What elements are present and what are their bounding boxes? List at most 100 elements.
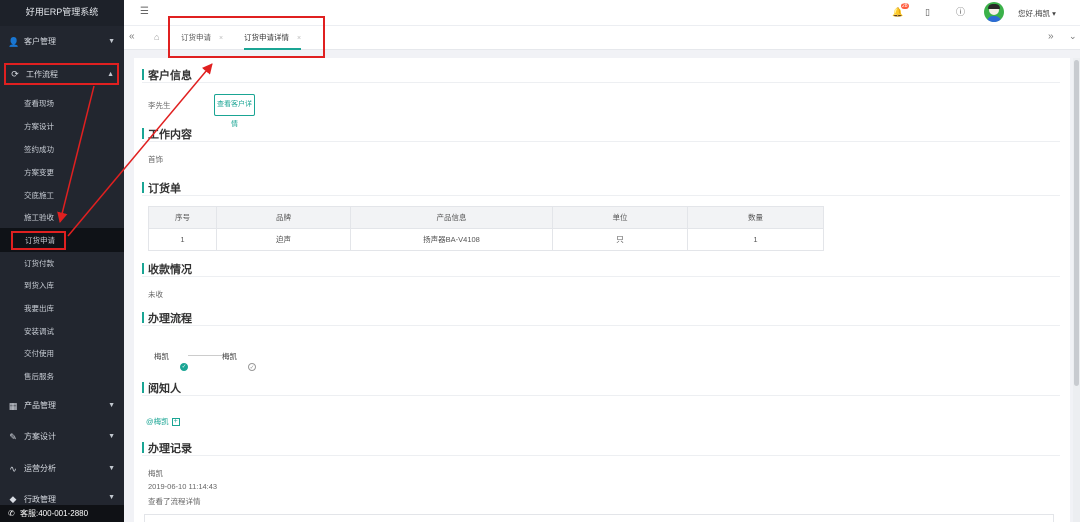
section-accent-bar: [142, 128, 144, 139]
caret-down-icon: ▼: [108, 433, 115, 440]
workflow-icon: ⟳: [11, 69, 19, 79]
tab-highlight-box: [168, 16, 325, 58]
phone-icon: ✆: [8, 509, 15, 518]
hotline-text: 客服:400-001-2880: [20, 509, 89, 518]
section-accent-bar: [142, 312, 144, 323]
record-time: 2019-06-10 11:14:43: [148, 482, 218, 491]
tabs-scroll-left-icon[interactable]: «: [129, 31, 135, 42]
home-icon[interactable]: ⌂: [154, 32, 164, 42]
table-cell: 扬声器BA-V4108: [350, 228, 553, 251]
sidebar-item-scheme-change[interactable]: 方案变更: [0, 162, 124, 184]
table-cell: 1: [148, 228, 217, 251]
section-customer: 客户信息: [142, 67, 1060, 83]
section-title: 工作内容: [148, 129, 192, 141]
scrollbar-thumb[interactable]: [1074, 60, 1079, 386]
detail-panel: 客户信息 李先生 查看客户详情 工作内容 首饰 订货单 序号 品牌 产品信息 单…: [134, 58, 1070, 522]
sidebar-item-outbound[interactable]: 我要出库: [0, 298, 124, 320]
sidebar-item-order-payment[interactable]: 订货付款: [0, 253, 124, 275]
table-header-row: 序号 品牌 产品信息 单位 数量: [148, 206, 824, 229]
service-hotline: ✆ 客服:400-001-2880: [0, 505, 124, 522]
tabs-menu-chevron-icon[interactable]: ⌄: [1069, 31, 1077, 42]
mobile-icon[interactable]: ▯: [925, 7, 930, 18]
record-action: 查看了流程详情: [148, 497, 201, 506]
column-header: 序号: [148, 206, 217, 229]
sidebar-group-analytics[interactable]: ∿ 运营分析 ▼: [0, 453, 124, 484]
notify-person[interactable]: @梅凯 +: [146, 416, 180, 427]
section-accent-bar: [142, 69, 144, 80]
chart-icon: ∿: [9, 463, 17, 474]
avatar-body: [987, 16, 1001, 22]
section-title: 办理流程: [148, 313, 192, 325]
table-row: 1 迫声 扬声器BA-V4108 只 1: [148, 228, 824, 251]
sidebar-group-label: 工作流程: [26, 69, 58, 79]
column-header: 数量: [687, 206, 824, 229]
section-accent-bar: [142, 263, 144, 274]
work-content-text: 首饰: [148, 155, 163, 164]
caret-down-icon: ▼: [108, 402, 115, 409]
sidebar-item-goods-arrival[interactable]: 到货入库: [0, 275, 124, 297]
edit-icon: ✎: [9, 431, 17, 442]
column-header: 单位: [552, 206, 688, 229]
section-order: 订货单: [142, 180, 1060, 196]
sidebar-item-order-request[interactable]: 订货申请: [11, 231, 66, 250]
section-payment: 收款情况: [142, 261, 1060, 277]
customer-name: 李先生: [148, 101, 171, 110]
section-accent-bar: [142, 182, 144, 193]
sidebar-group-label: 产品管理: [24, 401, 56, 410]
payment-status: 未收: [148, 290, 163, 299]
sidebar-group-label: 方案设计: [24, 432, 56, 441]
section-title: 客户信息: [148, 70, 192, 82]
sidebar-item-after-sales[interactable]: 售后服务: [0, 366, 124, 388]
caret-down-icon: ▼: [108, 465, 115, 472]
section-title: 收款情况: [148, 264, 192, 276]
record-user: 梅凯: [148, 469, 163, 478]
sidebar-item-construction[interactable]: 交底施工: [0, 185, 124, 207]
grid-icon: ▦: [8, 400, 18, 411]
avatar-hair: [988, 4, 1000, 9]
order-table: 序号 品牌 产品信息 单位 数量 1 迫声 扬声器BA-V4108 只 1: [148, 206, 824, 251]
sidebar-group-label: 运营分析: [24, 464, 56, 473]
column-header: 产品信息: [350, 206, 553, 229]
sidebar-group-customers[interactable]: 👤 客户管理 ▼: [0, 26, 124, 57]
sidebar-item-acceptance[interactable]: 施工验收: [0, 207, 124, 229]
notify-person-name: @梅凯: [146, 417, 169, 426]
table-cell: 1: [687, 228, 824, 251]
process-step-name: 梅凯: [222, 352, 237, 361]
sidebar: 好用ERP管理系统 👤 客户管理 ▼ ⟳ 工作流程 ▲ 查看现场 方案设计 签约…: [0, 0, 124, 522]
sidebar-item-site-view[interactable]: 查看现场: [0, 93, 124, 115]
admin-icon: ◆: [9, 494, 17, 504]
caret-up-icon: ▲: [107, 71, 114, 78]
help-icon[interactable]: ⓘ: [956, 7, 965, 18]
section-title: 阅知人: [148, 383, 181, 395]
table-cell: 迫声: [216, 228, 351, 251]
caret-down-icon: ▼: [108, 494, 115, 501]
section-title: 办理记录: [148, 443, 192, 455]
caret-down-icon: ▼: [108, 38, 115, 45]
sidebar-item-contract-signed[interactable]: 签约成功: [0, 139, 124, 161]
section-work: 工作内容: [142, 126, 1060, 142]
tabs-scroll-right-icon[interactable]: »: [1048, 31, 1054, 42]
sidebar-group-design[interactable]: ✎ 方案设计 ▼: [0, 421, 124, 452]
sidebar-item-installation[interactable]: 安装调试: [0, 321, 124, 343]
view-customer-button[interactable]: 查看客户详情: [214, 94, 255, 128]
step-pending-icon: ✓: [248, 363, 256, 371]
sidebar-group-products[interactable]: ▦ 产品管理 ▼: [0, 390, 124, 421]
section-notify: 阅知人: [142, 380, 1060, 396]
avatar[interactable]: [984, 2, 1004, 22]
sidebar-item-delivery[interactable]: 交付使用: [0, 343, 124, 365]
record-detail-box: [144, 514, 1054, 522]
user-menu[interactable]: 您好,梅凯 ▾: [1018, 8, 1056, 19]
column-header: 品牌: [216, 206, 351, 229]
sidebar-group-workflow[interactable]: ⟳ 工作流程 ▲: [4, 63, 119, 85]
process-step-name: 梅凯: [154, 352, 169, 361]
vertical-scrollbar[interactable]: [1073, 58, 1080, 522]
add-icon[interactable]: +: [171, 418, 180, 427]
table-cell: 只: [552, 228, 688, 251]
app-title: 好用ERP管理系统: [0, 0, 124, 26]
step-done-icon: ✓: [180, 363, 188, 371]
sidebar-group-admin[interactable]: ◆ 行政管理 ▼: [0, 486, 124, 504]
section-records: 办理记录: [142, 440, 1060, 456]
sidebar-group-label: 客户管理: [24, 37, 56, 46]
sidebar-item-scheme-design[interactable]: 方案设计: [0, 116, 124, 138]
menu-toggle-icon[interactable]: ☰: [140, 7, 150, 17]
